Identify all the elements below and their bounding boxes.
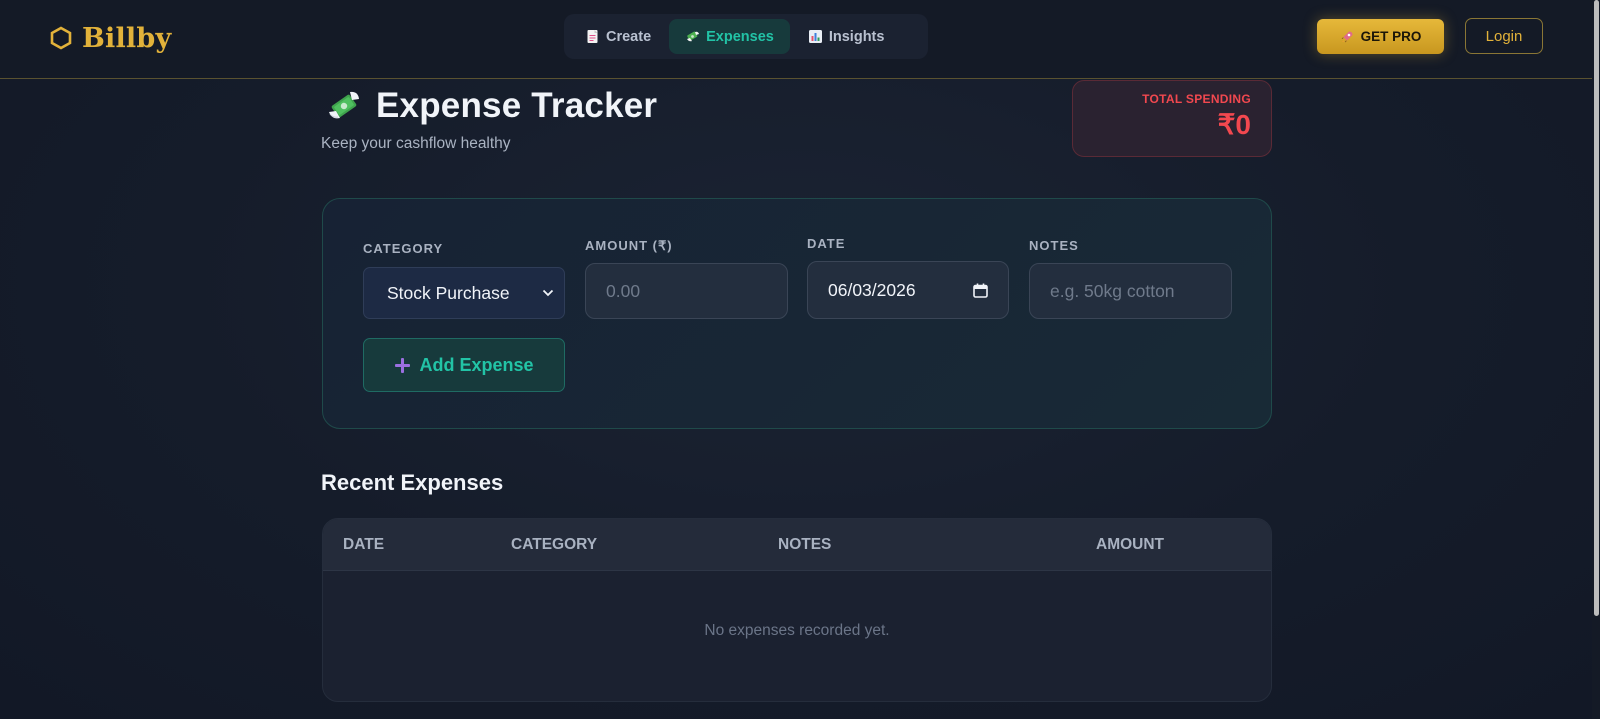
bar-chart-icon <box>808 30 822 43</box>
notes-input[interactable]: e.g. 50kg cotton <box>1029 263 1232 319</box>
amount-input[interactable]: 0.00 <box>585 263 788 319</box>
total-spending-label: TOTAL SPENDING <box>1142 92 1251 106</box>
date-label: DATE <box>807 236 846 251</box>
amount-placeholder: 0.00 <box>606 280 641 301</box>
brand-logo[interactable]: Billby <box>50 20 171 56</box>
notes-placeholder: e.g. 50kg cotton <box>1050 280 1175 301</box>
column-header-category: CATEGORY <box>511 536 598 553</box>
empty-state-message: No expenses recorded yet. <box>704 622 890 639</box>
category-select-value: Stock Purchase <box>387 282 510 303</box>
amount-label: AMOUNT (₹) <box>585 238 673 253</box>
category-select[interactable]: Stock Purchase <box>363 267 565 319</box>
money-wings-icon <box>687 31 700 42</box>
notes-label: NOTES <box>1029 238 1079 253</box>
category-label: CATEGORY <box>363 241 444 256</box>
plus-icon <box>395 357 411 373</box>
tab-expenses[interactable]: Expenses <box>669 19 790 54</box>
document-icon <box>587 30 598 43</box>
add-expense-form: CATEGORY Stock Purchase AMOUNT (₹) 0.00 … <box>322 198 1272 429</box>
tab-create-label: Create <box>606 28 652 45</box>
add-expense-button[interactable]: Add Expense <box>363 338 565 392</box>
recent-expenses-title: Recent Expenses <box>321 470 504 495</box>
total-spending-value: ₹0 <box>1217 109 1251 140</box>
expenses-table: DATE CATEGORY NOTES AMOUNT No expenses r… <box>322 518 1272 702</box>
scrollbar-thumb[interactable] <box>1594 0 1599 616</box>
page-header: Expense Tracker <box>326 86 657 126</box>
tab-insights-label: Insights <box>828 28 885 45</box>
tab-insights[interactable]: Insights <box>792 19 901 54</box>
hexagon-icon <box>50 26 72 50</box>
brand-name: Billby <box>82 22 172 54</box>
date-input[interactable]: 06/03/2026 <box>807 261 1009 319</box>
table-header: DATE CATEGORY NOTES AMOUNT <box>323 519 1271 571</box>
chevron-down-icon <box>542 289 554 297</box>
column-header-date: DATE <box>343 536 385 553</box>
column-header-notes: NOTES <box>778 536 832 553</box>
tab-create[interactable]: Create <box>569 19 667 54</box>
add-expense-label: Add Expense <box>419 354 534 375</box>
main-nav-tabs: Create Expenses Insights <box>564 14 928 59</box>
get-pro-label: GET PRO <box>1360 29 1422 44</box>
total-spending-card: TOTAL SPENDING ₹0 <box>1072 80 1272 157</box>
column-header-amount: AMOUNT <box>1096 536 1165 553</box>
tab-expenses-label: Expenses <box>706 28 774 45</box>
money-wings-icon <box>329 91 359 119</box>
login-button[interactable]: Login <box>1465 18 1543 54</box>
get-pro-button[interactable]: GET PRO <box>1317 19 1444 54</box>
calendar-icon[interactable] <box>973 283 988 298</box>
top-navbar: Billby Create Expenses Insights GET PRO … <box>0 0 1600 79</box>
page-title: Expense Tracker <box>376 86 658 125</box>
rocket-icon <box>1341 31 1353 42</box>
date-value: 06/03/2026 <box>828 279 916 300</box>
page-subtitle: Keep your cashflow healthy <box>321 135 511 152</box>
